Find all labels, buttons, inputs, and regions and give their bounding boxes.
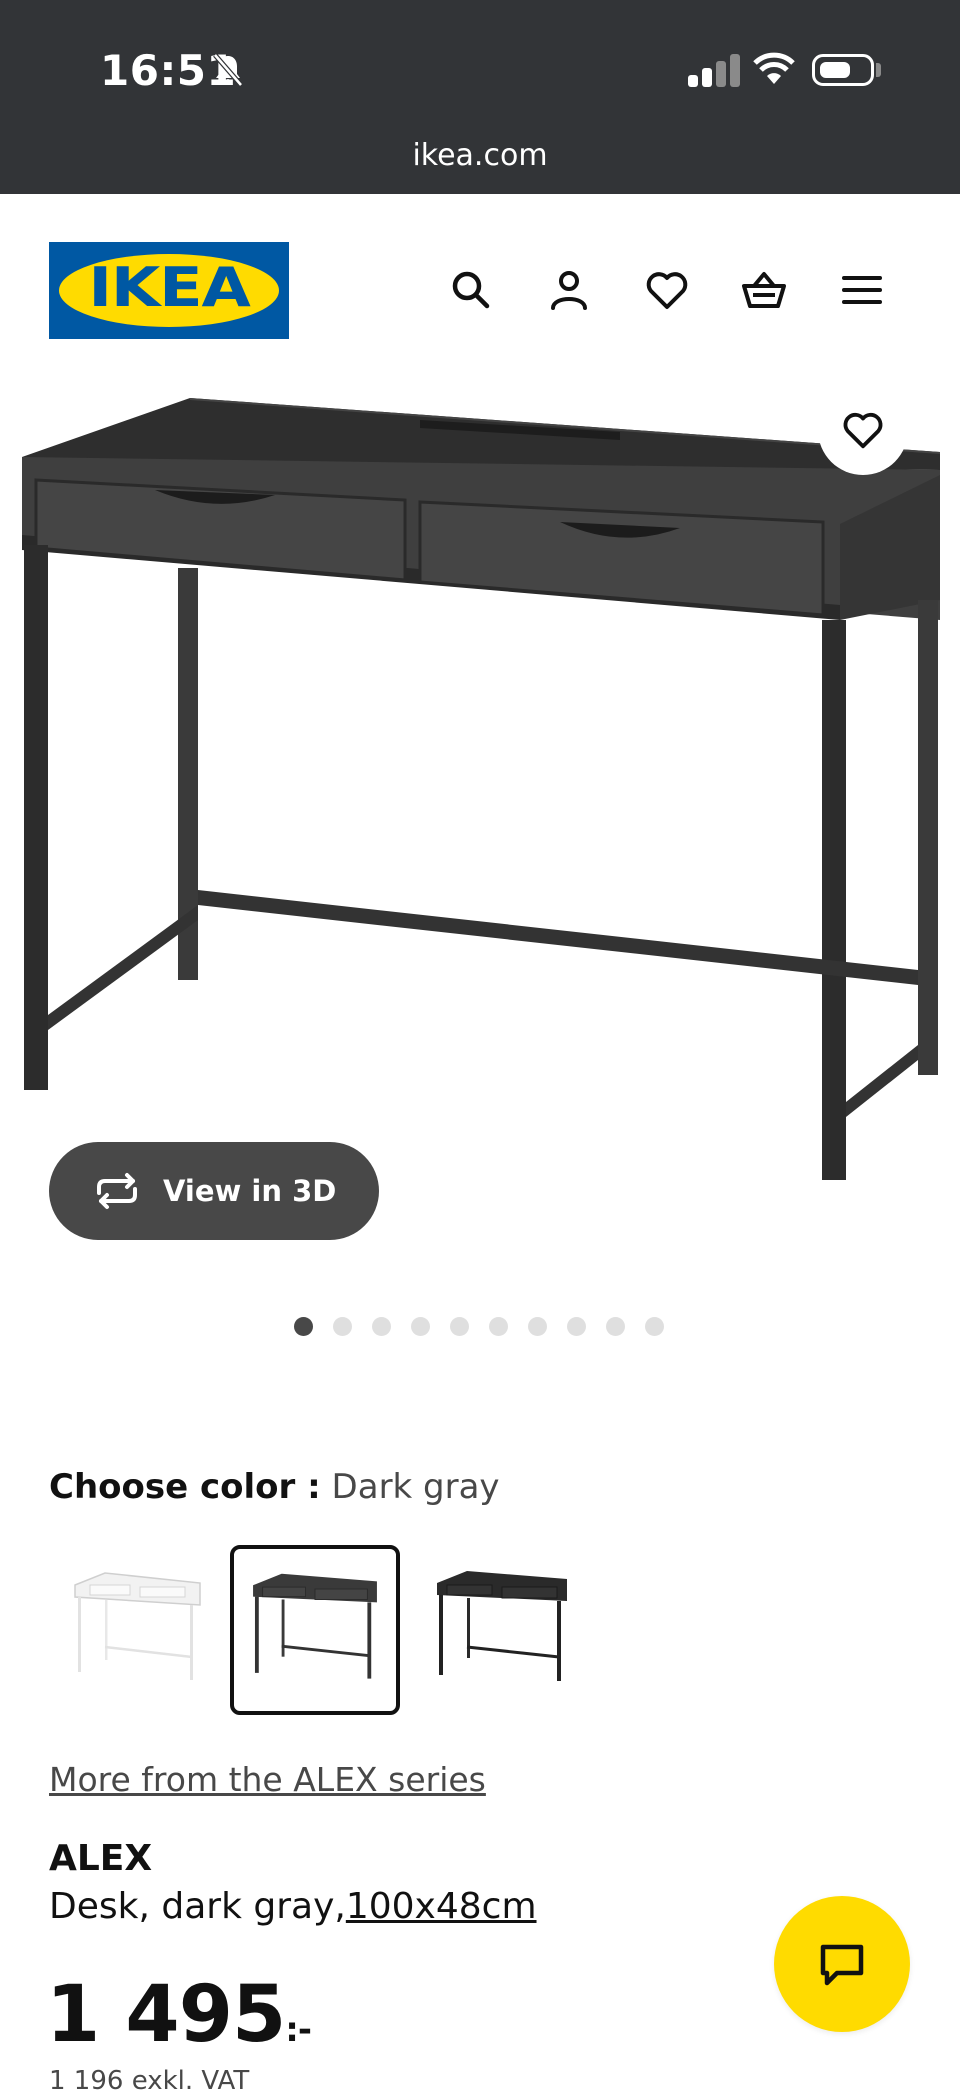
color-swatch-dark-gray[interactable] (230, 1545, 400, 1715)
price-excl-vat: 1 196 exkl. VAT (49, 2066, 250, 2096)
carousel-dot[interactable] (333, 1317, 352, 1336)
browser-top-bar: 16:51 ikea.com (0, 0, 960, 194)
alex-series-link[interactable]: More from the ALEX series (49, 1760, 486, 1799)
view-in-3d-button[interactable]: View in 3D (49, 1142, 379, 1240)
dark-gray-desk-thumbnail (253, 1573, 377, 1679)
view-in-3d-label: View in 3D (163, 1174, 337, 1208)
product-description: Desk, dark gray,100x48cm (49, 1886, 537, 1927)
product-type-color: Desk, dark gray, (49, 1886, 346, 1927)
chat-icon (820, 1944, 864, 1986)
carousel-dot[interactable] (567, 1317, 586, 1336)
product-name: ALEX (49, 1838, 153, 1879)
logo-text: IKEA (88, 256, 250, 319)
basket-icon[interactable] (740, 266, 788, 314)
color-chooser-label: Choose color : Dark gray (49, 1467, 500, 1507)
color-swatch-white[interactable] (50, 1545, 220, 1715)
battery-icon (812, 54, 874, 86)
carousel-dot[interactable] (645, 1317, 664, 1336)
price-amount: 1 495 (46, 1970, 286, 2060)
selected-color-value: Dark gray (331, 1467, 500, 1507)
carousel-dot[interactable] (411, 1317, 430, 1336)
carousel-dot[interactable] (489, 1317, 508, 1336)
favorites-icon[interactable] (643, 266, 691, 314)
account-icon[interactable] (545, 266, 593, 314)
url-bar[interactable]: ikea.com (0, 138, 960, 173)
silent-bell-icon (213, 53, 243, 87)
choose-color-label: Choose color : (49, 1467, 321, 1507)
ikea-logo[interactable]: IKEA (49, 242, 289, 339)
rotate-3d-icon (97, 1173, 137, 1209)
search-icon[interactable] (447, 266, 495, 314)
carousel-dot[interactable] (606, 1317, 625, 1336)
heart-icon (843, 412, 883, 449)
carousel-dot[interactable] (372, 1317, 391, 1336)
chat-button[interactable] (774, 1896, 910, 2032)
save-favorite-button[interactable] (818, 385, 908, 475)
wifi-icon (753, 52, 795, 84)
color-swatch-black[interactable] (422, 1545, 592, 1715)
menu-icon[interactable] (838, 266, 886, 314)
carousel-dot[interactable] (528, 1317, 547, 1336)
price-suffix: :- (285, 2010, 312, 2050)
carousel-dot[interactable] (294, 1317, 313, 1336)
product-dimensions-link[interactable]: 100x48cm (346, 1886, 537, 1927)
product-price: 1 495:- (46, 1970, 312, 2060)
carousel-dot[interactable] (450, 1317, 469, 1336)
